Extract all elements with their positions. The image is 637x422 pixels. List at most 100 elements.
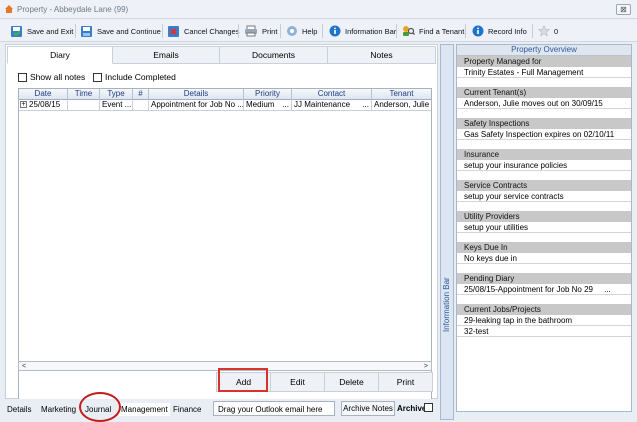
help-label: Help xyxy=(302,26,318,36)
info-icon xyxy=(329,25,341,37)
column-header-number[interactable]: # xyxy=(133,89,149,100)
scroll-right-icon[interactable]: > xyxy=(424,363,428,370)
cell-time xyxy=(68,100,100,111)
tab-marketing[interactable]: Marketing xyxy=(41,405,76,414)
section-value-utility-providers[interactable]: setup your utilities xyxy=(457,222,631,233)
contact-more-button[interactable]: ... xyxy=(362,100,369,110)
section-heading-service-contracts: Service Contracts xyxy=(457,180,631,191)
information-bar-label: Information Bar xyxy=(345,26,397,36)
section-heading-keys-due-in: Keys Due In xyxy=(457,242,631,253)
save-and-exit-button[interactable]: Save and Exit xyxy=(10,23,73,39)
tab-documents[interactable]: Documents xyxy=(220,46,328,64)
cell-priority-text: Medium xyxy=(246,100,275,109)
cell-details: Appointment for Job No ... xyxy=(151,100,244,111)
checkbox-box[interactable] xyxy=(93,72,102,82)
favourite-count: 0 xyxy=(554,26,559,36)
journal-tabs: Diary Emails Documents Notes xyxy=(7,46,436,64)
tab-emails[interactable]: Emails xyxy=(113,46,220,64)
section-heading-current-jobs: Current Jobs/Projects xyxy=(457,304,631,315)
cell-priority: Medium... xyxy=(244,100,292,111)
checkbox-box[interactable] xyxy=(18,72,27,82)
information-bar-toggle[interactable]: Information Bar xyxy=(440,44,454,420)
information-bar-button[interactable]: Information Bar xyxy=(329,23,396,39)
cell-type: Event ... xyxy=(102,100,133,111)
cell-contact-text: JJ Maintenance xyxy=(294,100,351,109)
column-header-details[interactable]: Details xyxy=(149,89,244,100)
journal-pane: Diary Emails Documents Notes Show all no… xyxy=(5,44,438,413)
help-button[interactable]: Help xyxy=(286,23,317,39)
column-header-contact[interactable]: Contact xyxy=(292,89,372,100)
property-overview-title: Property Overview xyxy=(457,45,631,56)
toolbar: Save and Exit Save and Continue Cancel C… xyxy=(0,20,637,42)
find-a-tenant-label: Find a Tenant xyxy=(419,26,465,36)
tab-diary[interactable]: Diary xyxy=(7,46,113,64)
cell-date-text: 25/08/15 xyxy=(29,100,61,109)
section-value-current-tenants[interactable]: Anderson, Julie moves out on 30/09/15 xyxy=(457,98,631,109)
property-app-icon xyxy=(4,4,14,14)
section-value-current-job[interactable]: 29-leaking tap in the bathroom xyxy=(457,315,631,326)
outlook-drop-zone[interactable]: Drag your Outlook email here xyxy=(213,401,335,416)
edit-button[interactable]: Edit xyxy=(271,373,325,391)
cancel-icon xyxy=(168,25,179,37)
column-header-type[interactable]: Type xyxy=(100,89,133,100)
cell-tenant: Anderson, Julie xyxy=(374,100,430,109)
section-value-insurance[interactable]: setup your insurance policies xyxy=(457,160,631,171)
record-info-button[interactable]: Record Info xyxy=(472,23,527,39)
column-header-priority[interactable]: Priority xyxy=(244,89,292,100)
cancel-changes-label: Cancel Changes xyxy=(184,26,240,36)
section-heading-current-tenants: Current Tenant(s) xyxy=(457,87,631,98)
include-completed-checkbox[interactable]: Include Completed xyxy=(93,72,176,82)
section-value-service-contracts[interactable]: setup your service contracts xyxy=(457,191,631,202)
close-button[interactable]: ⊠ xyxy=(616,4,631,15)
scroll-left-icon[interactable]: < xyxy=(22,363,26,370)
section-value-current-job[interactable]: 32-test xyxy=(457,326,631,337)
section-value-managed-for[interactable]: Trinity Estates - Full Management xyxy=(457,67,631,78)
column-header-date[interactable]: Date xyxy=(19,89,68,100)
printer-icon xyxy=(245,25,257,37)
tab-details[interactable]: Details xyxy=(7,405,31,414)
window-title: Property - Abbeydale Lane (99) xyxy=(17,5,129,14)
section-value-keys-due-in[interactable]: No keys due in xyxy=(457,253,631,264)
priority-more-button[interactable]: ... xyxy=(282,100,289,110)
column-header-time[interactable]: Time xyxy=(68,89,100,100)
record-info-label: Record Info xyxy=(488,26,527,36)
column-header-tenant[interactable]: Tenant xyxy=(372,89,431,100)
expand-icon[interactable]: + xyxy=(20,101,27,109)
property-overview-panel: Property Overview Property Managed for T… xyxy=(456,44,632,412)
section-value-pending-diary[interactable]: 25/08/15-Appointment for Job No 29 ... xyxy=(457,284,631,295)
tab-notes[interactable]: Notes xyxy=(328,46,436,64)
record-info-icon xyxy=(472,25,484,37)
favourite-button[interactable]: 0 xyxy=(538,23,558,39)
show-all-notes-label: Show all notes xyxy=(30,72,86,82)
cell-date: +25/08/15 xyxy=(19,100,68,111)
save-and-continue-label: Save and Continue xyxy=(97,26,161,36)
section-heading-pending-diary: Pending Diary xyxy=(457,273,631,284)
print-button[interactable]: Print xyxy=(244,23,277,39)
save-icon xyxy=(81,25,92,37)
information-bar-label: Information Bar xyxy=(442,277,451,333)
cell-contact: JJ Maintenance... xyxy=(292,100,372,111)
tab-management[interactable]: Management xyxy=(119,403,170,416)
section-heading-utility-providers: Utility Providers xyxy=(457,211,631,222)
section-heading-managed-for: Property Managed for xyxy=(457,56,631,67)
delete-button[interactable]: Delete xyxy=(325,373,379,391)
cell-number xyxy=(133,100,149,111)
save-and-continue-button[interactable]: Save and Continue xyxy=(80,23,161,39)
archive-label: Archive xyxy=(397,404,427,413)
section-heading-safety-inspections: Safety Inspections xyxy=(457,118,631,129)
archive-checkbox[interactable] xyxy=(424,403,433,412)
print-label: Print xyxy=(262,26,278,36)
table-row[interactable]: +25/08/15 Event ... Appointment for Job … xyxy=(19,100,431,111)
title-bar: Property - Abbeydale Lane (99) ⊠ xyxy=(0,0,637,19)
journal-tab-highlight xyxy=(79,392,121,422)
grid-header: Date Time Type # Details Priority Contac… xyxy=(19,89,431,100)
print-entry-button[interactable]: Print xyxy=(379,373,432,391)
find-tenant-icon xyxy=(403,26,415,36)
tab-finance[interactable]: Finance xyxy=(173,405,201,414)
cancel-changes-button[interactable]: Cancel Changes xyxy=(167,23,239,39)
find-a-tenant-button[interactable]: Find a Tenant xyxy=(402,23,464,39)
show-all-notes-checkbox[interactable]: Show all notes xyxy=(18,72,85,82)
section-value-safety-inspections[interactable]: Gas Safety Inspection expires on 02/10/1… xyxy=(457,129,631,140)
archive-notes-button[interactable]: Archive Notes xyxy=(341,401,395,416)
save-and-exit-label: Save and Exit xyxy=(27,26,74,36)
